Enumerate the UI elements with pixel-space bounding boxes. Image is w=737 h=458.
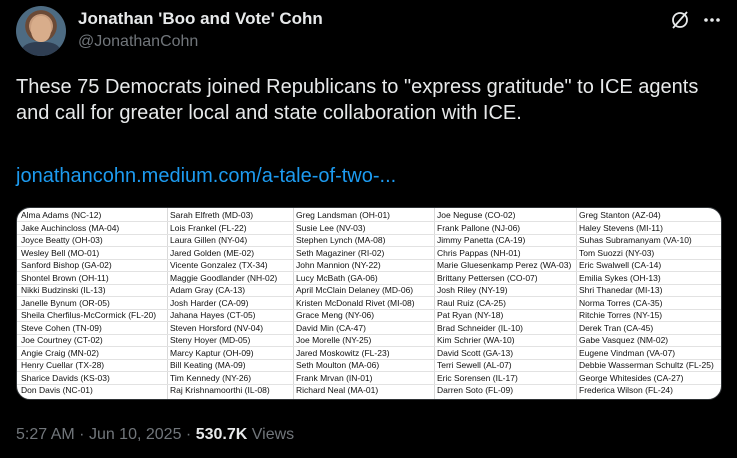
table-cell: Greg Landsman (OH-01): [296, 210, 391, 220]
table-cell: Bill Keating (MA-09): [170, 360, 246, 370]
members-table: Alma Adams (NC-12) Jake Auchincloss (MA-0…: [17, 208, 721, 399]
table-cell: Jake Auchincloss (MA-04): [21, 222, 120, 233]
table-cell: Eugene Vindman (VA-07): [579, 347, 676, 358]
table-cell: Eric Swalwell (CA-14): [579, 260, 662, 270]
grok-icon[interactable]: [670, 10, 690, 30]
table-cell: Janelle Bynum (OR-05): [21, 297, 110, 308]
table-cell: Raj Krishnamoorthi (IL-08): [170, 385, 270, 395]
tweet-time[interactable]: 5:27 AM: [16, 426, 75, 443]
table-cell: Sarah Elfreth (MD-03): [170, 210, 254, 220]
table-cell: Lois Frankel (FL-22): [170, 222, 247, 233]
table-cell: Henry Cuellar (TX-28): [21, 360, 105, 370]
table-cell: Haley Stevens (MI-11): [579, 222, 663, 233]
author-name[interactable]: Jonathan 'Boo and Vote' Cohn: [78, 9, 323, 29]
table-cell: Derek Tran (CA-45): [579, 322, 654, 333]
table-cell: Joe Neguse (CO-02): [437, 210, 516, 220]
table-cell: Jahana Hayes (CT-05): [170, 310, 256, 320]
table-cell: Seth Magaziner (RI-02): [296, 247, 385, 258]
table-cell: Jared Golden (ME-02): [170, 247, 255, 258]
views-count: 530.7K: [195, 426, 248, 443]
tweet-text: These 75 Democrats joined Republicans to…: [16, 76, 699, 124]
table-cell: Ritchie Torres (NY-15): [579, 310, 663, 320]
table-cell: Maggie Goodlander (NH-02): [170, 272, 278, 283]
table-cell: Don Davis (NC-01): [21, 385, 93, 395]
table-cell: Marcy Kaptur (OH-09): [170, 347, 254, 358]
table-cell: George Whitesides (CA-27): [579, 372, 684, 383]
table-cell: Norma Torres (CA-35): [579, 297, 663, 308]
table-cell: Lucy McBath (GA-06): [296, 272, 378, 283]
table-cell: Brittany Pettersen (CO-07): [437, 272, 538, 283]
table-cell: Steven Horsford (NV-04): [170, 322, 264, 333]
table-cell: April McClain Delaney (MD-06): [296, 285, 414, 295]
table-cell: Seth Moulton (MA-06): [296, 360, 380, 370]
table-cell: Shontel Brown (OH-11): [21, 272, 109, 283]
tweet-date[interactable]: Jun 10, 2025: [89, 426, 182, 443]
table-cell: Chris Pappas (NH-01): [437, 247, 521, 258]
table-cell: Tom Suozzi (NY-03): [579, 247, 655, 258]
table-cell: David Scott (GA-13): [437, 347, 514, 358]
table-cell: Jared Moskowitz (FL-23): [296, 347, 390, 358]
table-cell: Sharice Davids (KS-03): [21, 372, 110, 383]
tweet-meta: 5:27 AM · Jun 10, 2025 · 530.7K Views: [16, 426, 294, 444]
table-cell: Debbie Wasserman Schultz (FL-25): [579, 360, 714, 370]
more-icon[interactable]: [702, 12, 722, 28]
table-cell: Nikki Budzinski (IL-13): [21, 285, 106, 295]
tweet-link[interactable]: jonathancohn.medium.com/a-tale-of-two-..…: [16, 165, 396, 188]
author-handle[interactable]: @JonathanCohn: [78, 33, 198, 51]
table-cell: Frank Mrvan (IN-01): [296, 372, 373, 383]
table-cell: Greg Stanton (AZ-04): [579, 210, 661, 220]
views-label: Views: [251, 426, 295, 443]
table-cell: Steny Hoyer (MD-05): [170, 335, 251, 345]
tweet-header: Jonathan 'Boo and Vote' Cohn @JonathanCo…: [16, 6, 721, 56]
table-cell: Darren Soto (FL-09): [437, 385, 514, 395]
table-cell: Adam Gray (CA-13): [170, 285, 246, 295]
table-cell: Tim Kennedy (NY-26): [170, 372, 252, 383]
table-cell: Richard Neal (MA-01): [296, 385, 379, 395]
table-cell: Jimmy Panetta (CA-19): [437, 235, 526, 245]
table-cell: Joe Morelle (NY-25): [296, 335, 372, 345]
table-cell: Kim Schrier (WA-10): [437, 335, 515, 345]
table-cell: Gabe Vasquez (NM-02): [579, 335, 669, 345]
table-cell: David Min (CA-47): [296, 322, 366, 333]
meta-separator: ·: [79, 426, 85, 443]
table-cell: Josh Harder (CA-09): [170, 297, 249, 308]
meta-separator: ·: [185, 426, 192, 443]
table-cell: Laura Gillen (NY-04): [170, 235, 248, 245]
table-cell: Alma Adams (NC-12): [21, 210, 102, 220]
table-cell: Suhas Subramanyam (VA-10): [579, 235, 692, 245]
table-cell: Brad Schneider (IL-10): [437, 322, 523, 333]
avatar-face: [31, 16, 51, 42]
table-cell: Joe Courtney (CT-02): [21, 335, 103, 345]
table-cell: Kristen McDonald Rivet (MI-08): [296, 297, 415, 308]
table-cell: Frederica Wilson (FL-24): [579, 385, 673, 395]
table-cell: John Mannion (NY-22): [296, 260, 381, 270]
table-cell: Joyce Beatty (OH-03): [21, 235, 103, 245]
table-cell: Wesley Bell (MO-01): [21, 247, 100, 258]
table-cell: Sheila Cherfilus-McCormick (FL-20): [21, 310, 157, 320]
table-cell: Josh Riley (NY-19): [437, 285, 508, 295]
table-cell: Terri Sewell (AL-07): [437, 360, 512, 370]
avatar[interactable]: [16, 6, 66, 56]
table-cell: Shri Thanedar (MI-13): [579, 285, 663, 295]
table-cell: Stephen Lynch (MA-08): [296, 235, 386, 245]
table-cell: Sanford Bishop (GA-02): [21, 260, 112, 270]
table-cell: Grace Meng (NY-06): [296, 310, 375, 320]
table-cell: Steve Cohen (TN-09): [21, 322, 102, 333]
table-cell: Angie Craig (MN-02): [21, 347, 99, 358]
table-cell: Susie Lee (NV-03): [296, 222, 366, 233]
table-cell: Eric Sorensen (IL-17): [437, 372, 518, 383]
table-cell: Marie Gluesenkamp Perez (WA-03): [437, 260, 572, 270]
table-cell: Pat Ryan (NY-18): [437, 310, 504, 320]
table-cell: Frank Pallone (NJ-06): [437, 222, 521, 233]
table-cell: Vicente Gonzalez (TX-34): [170, 260, 268, 270]
media-image[interactable]: Alma Adams (NC-12) Jake Auchincloss (MA-0…: [16, 207, 722, 400]
table-cell: Raul Ruiz (CA-25): [437, 297, 506, 308]
avatar-shirt: [22, 42, 60, 56]
table-cell: Emilia Sykes (OH-13): [579, 272, 661, 283]
